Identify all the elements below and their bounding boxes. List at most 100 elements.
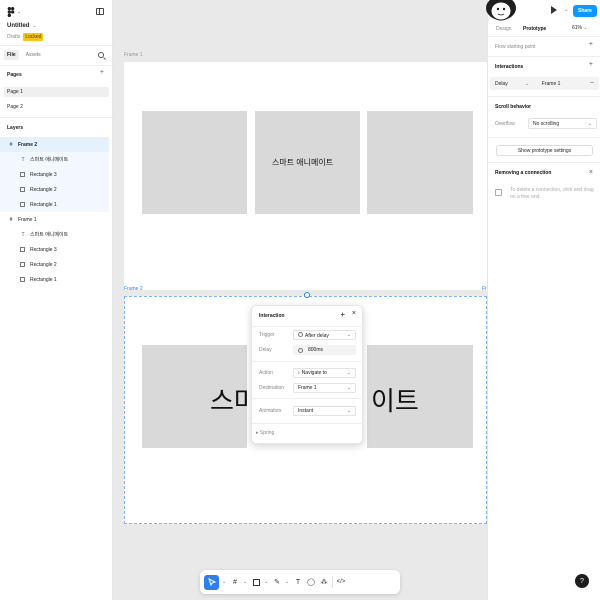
layer-row[interactable]: Rectangle 2: [0, 182, 109, 197]
action-select[interactable]: › Navigate to ⌄: [293, 368, 356, 378]
chevron-down-icon: ⌄: [32, 23, 37, 29]
locked-badge: Locked: [23, 33, 44, 41]
destination-label: Destination: [259, 385, 285, 391]
show-prototype-settings-button[interactable]: Show prototype settings: [496, 145, 593, 156]
canvas[interactable]: Frame 1 스마트 애니메이트 Frame 2 Fr 스마 이트 Inter…: [114, 0, 487, 600]
tab-prototype[interactable]: Prototype: [521, 25, 548, 33]
add-interaction-icon[interactable]: +: [340, 310, 345, 319]
divider: [252, 423, 364, 424]
add-interaction-icon[interactable]: +: [589, 61, 593, 68]
search-icon[interactable]: [98, 52, 104, 58]
tab-assets[interactable]: Assets: [23, 50, 44, 60]
chevron-down-icon: ⌄: [587, 120, 592, 127]
file-title[interactable]: Untitled ⌄: [7, 23, 37, 29]
layer-row[interactable]: Rectangle 2: [0, 257, 109, 272]
chevron-down-icon[interactable]: ⌄: [285, 579, 290, 585]
rectangle-icon: [20, 172, 25, 177]
tab-file[interactable]: File: [4, 50, 19, 60]
comment-tool-button[interactable]: ◯: [306, 575, 316, 590]
layer-row[interactable]: # Frame 1: [0, 212, 109, 227]
close-icon[interactable]: ×: [589, 169, 593, 176]
layer-label: Rectangle 1: [30, 201, 57, 208]
chevron-down-icon: ⌄: [346, 332, 351, 338]
layer-label: Frame 2: [18, 141, 38, 148]
dev-mode-toggle[interactable]: </>: [336, 575, 346, 590]
delay-label: Delay: [259, 347, 272, 353]
rectangle-icon: [20, 202, 25, 207]
delay-input[interactable]: 800ms: [293, 345, 356, 355]
interaction-row[interactable]: Delay → Frame 1 −: [490, 77, 599, 90]
close-icon[interactable]: ×: [352, 310, 356, 317]
layer-row[interactable]: Rectangle 3: [0, 242, 109, 257]
frame-icon: #: [9, 216, 13, 223]
actions-tool-button[interactable]: ⁂: [319, 575, 329, 590]
layer-row[interactable]: Rectangle 3: [0, 167, 109, 182]
chevron-down-icon[interactable]: ⌄: [243, 579, 248, 585]
frame-1-label[interactable]: Frame 1: [124, 52, 143, 58]
shape-tool-button[interactable]: [251, 575, 261, 590]
move-tool-button[interactable]: [204, 574, 219, 590]
trigger-select[interactable]: After delay ⌄: [293, 330, 356, 340]
layer-row[interactable]: Rectangle 1: [0, 197, 109, 212]
divider: [488, 162, 600, 163]
divider: [252, 398, 364, 399]
destination-select[interactable]: Frame 1 ⌄: [293, 383, 356, 393]
spring-toggle[interactable]: ▸ Spring: [256, 430, 274, 436]
chevron-down-icon: ⌄: [17, 9, 22, 15]
scroll-behavior-title: Scroll behavior: [495, 104, 532, 110]
layer-label: Rectangle 2: [30, 261, 57, 268]
frame-tool-button[interactable]: #: [230, 575, 240, 590]
toggle-sidebar-icon[interactable]: [96, 8, 104, 15]
add-flow-icon[interactable]: +: [589, 41, 593, 48]
layers-panel: ⌄ Untitled ⌄ Drafts Locked File Assets P…: [0, 0, 113, 600]
frame-1[interactable]: 스마트 애니메이트: [124, 62, 487, 290]
overflow-select[interactable]: No scrolling ⌄: [528, 118, 597, 129]
text-tool-button[interactable]: T: [293, 575, 303, 590]
rectangle-icon: [252, 578, 260, 586]
chevron-down-icon[interactable]: ⌄: [264, 579, 269, 585]
remove-interaction-icon[interactable]: −: [590, 80, 594, 87]
tab-design[interactable]: Design: [494, 25, 514, 33]
pen-tool-button[interactable]: ✎: [272, 575, 282, 590]
file-location-text: Drafts: [7, 34, 21, 40]
chevron-down-icon[interactable]: ⌄: [222, 579, 227, 585]
rectangle-3[interactable]: [367, 111, 473, 214]
present-play-icon[interactable]: [551, 6, 557, 14]
popup-title: Interaction: [259, 313, 285, 319]
action-value: › Navigate to: [298, 370, 327, 376]
add-page-icon[interactable]: +: [100, 69, 104, 76]
clock-icon: [298, 331, 303, 337]
chevron-down-icon[interactable]: ⌄: [564, 7, 568, 13]
layer-row[interactable]: Rectangle 1: [0, 272, 109, 287]
comment-icon: ◯: [307, 579, 315, 586]
animation-select[interactable]: Instant ⌄: [293, 406, 356, 416]
main-menu-button[interactable]: ⌄: [7, 7, 21, 17]
page-item-1[interactable]: Page 1: [4, 87, 109, 97]
frame-1-text[interactable]: 스마트 애니메이트: [272, 157, 333, 168]
rectangle-icon: [20, 187, 25, 192]
pages-title: Pages: [7, 72, 22, 78]
layer-row[interactable]: T 스마트 애니메이트: [0, 227, 109, 242]
avatar[interactable]: [481, 0, 521, 24]
divider: [252, 361, 364, 362]
divider: [488, 96, 600, 97]
frame-2-label[interactable]: Frame 2: [124, 286, 143, 292]
text-icon: T: [295, 578, 301, 586]
layer-row[interactable]: T 스마트 애니메이트: [0, 152, 109, 167]
page-item-2[interactable]: Page 2: [4, 102, 109, 112]
interactions-title: Interactions: [495, 64, 524, 70]
layer-label: 스마트 애니메이트: [30, 157, 69, 163]
share-button[interactable]: Share: [573, 5, 597, 17]
layer-row[interactable]: # Frame 2: [0, 137, 109, 152]
divider: [0, 65, 113, 66]
zoom-menu[interactable]: 61% ⌄: [572, 25, 588, 31]
file-title-text: Untitled: [7, 23, 30, 29]
left-tabs: File Assets: [4, 50, 44, 60]
divider: [0, 45, 113, 46]
help-button[interactable]: ?: [575, 574, 589, 588]
rectangle-1[interactable]: [142, 111, 247, 214]
trigger-label: Trigger: [259, 332, 275, 338]
connection-handle[interactable]: [304, 292, 310, 298]
arrow-right-icon: ›: [298, 370, 300, 376]
destination-value: Frame 1: [298, 385, 317, 391]
